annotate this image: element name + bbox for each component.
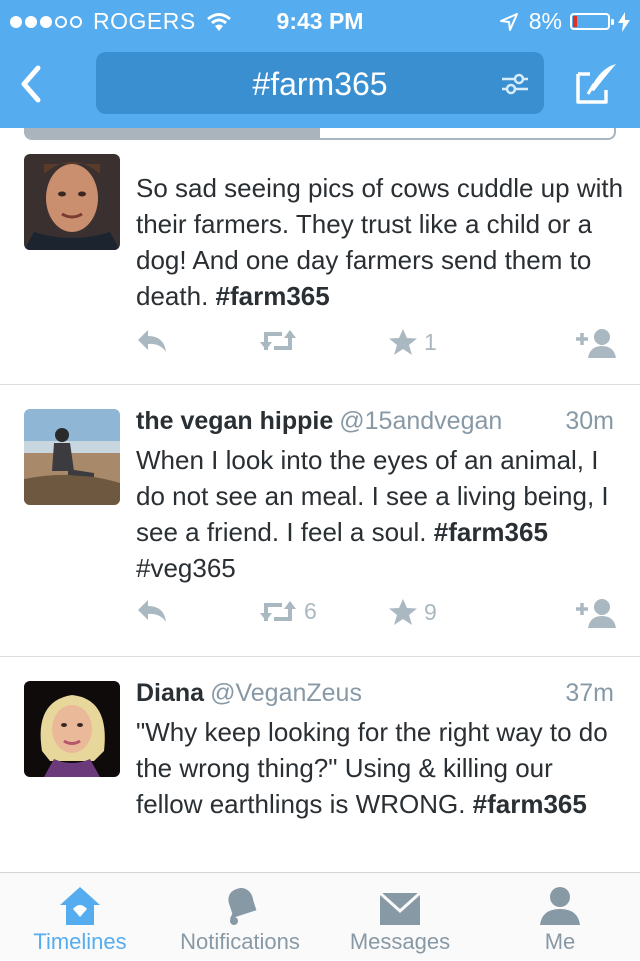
location-arrow-icon <box>499 12 518 31</box>
avatar-photo <box>24 409 120 505</box>
retweet-icon <box>260 330 296 350</box>
reply-arrow-icon <box>138 600 166 622</box>
tweet-text: When I look into the eyes of an animal, … <box>136 442 626 586</box>
compose-tweet-button[interactable] <box>574 60 620 106</box>
tab-label: Messages <box>349 929 451 954</box>
bell-icon <box>228 887 257 925</box>
user-handle[interactable]: @15andvegan <box>339 407 502 435</box>
retweet-button[interactable] <box>258 328 304 354</box>
avatar-photo <box>24 154 120 250</box>
user-display-name[interactable]: Diana <box>136 679 204 707</box>
favorite-count: 1 <box>424 328 437 355</box>
retweet-count: 6 <box>304 598 317 624</box>
tweet-text: "Why keep looking for the right way to d… <box>136 714 626 822</box>
progress-fill <box>26 128 320 138</box>
charging-bolt-icon <box>618 11 630 32</box>
tab-label: Me <box>544 929 576 954</box>
user-avatar[interactable] <box>24 681 120 777</box>
tab-label: Timelines <box>33 929 127 954</box>
hashtag-link[interactable]: #veg365 <box>136 553 236 583</box>
navigation-header: ROGERS 9:43 PM 8% #farm365 <box>0 0 640 128</box>
tab-me[interactable]: Me <box>480 873 640 961</box>
filter-sliders-icon[interactable] <box>500 70 530 98</box>
tweet-item[interactable]: So sad seeing pics of cows cuddle up wit… <box>0 140 640 385</box>
tweet-header: Diana @VeganZeus 37m <box>136 679 614 708</box>
user-display-name[interactable]: the vegan hippie <box>136 407 333 435</box>
hashtag-link[interactable]: #farm365 <box>216 281 330 311</box>
tweet-timestamp: 37m <box>565 679 614 707</box>
status-bar: ROGERS 9:43 PM 8% <box>0 0 640 40</box>
favorite-count: 9 <box>424 598 437 625</box>
back-button[interactable] <box>14 62 50 106</box>
tweet-actions: 6 9 <box>0 598 640 638</box>
tweet-actions: 1 <box>0 328 640 368</box>
follow-user-button[interactable] <box>574 328 616 358</box>
tweet-text: So sad seeing pics of cows cuddle up wit… <box>136 170 626 314</box>
tweet-timeline[interactable]: So sad seeing pics of cows cuddle up wit… <box>0 140 640 872</box>
person-icon <box>540 887 580 925</box>
tweet-timestamp: 30m <box>565 407 614 435</box>
retweet-icon <box>260 600 296 621</box>
envelope-icon <box>378 891 422 925</box>
hashtag-link[interactable]: #farm365 <box>473 789 587 819</box>
reply-button[interactable] <box>136 598 168 624</box>
chevron-left-icon <box>21 65 41 103</box>
reply-button[interactable] <box>136 328 168 354</box>
bottom-tab-bar: Timelines Notifications Messages Me <box>0 872 640 960</box>
star-icon <box>389 599 417 625</box>
search-query-field[interactable]: #farm365 <box>96 52 544 114</box>
retweet-button[interactable]: 6 <box>258 598 317 625</box>
home-icon <box>60 887 100 925</box>
user-avatar[interactable] <box>24 154 120 250</box>
favorite-button[interactable]: 9 <box>388 598 437 626</box>
search-query-text: #farm365 <box>252 66 388 102</box>
tab-timelines[interactable]: Timelines <box>0 873 160 961</box>
add-user-icon <box>576 329 616 358</box>
tab-notifications[interactable]: Notifications <box>160 873 320 961</box>
user-handle[interactable]: @VeganZeus <box>210 679 362 707</box>
add-user-icon <box>576 599 616 628</box>
compose-quill-icon <box>576 64 616 104</box>
follow-user-button[interactable] <box>574 598 616 628</box>
timeline-loading-progress <box>24 128 616 140</box>
battery-percent: 8% <box>528 8 562 34</box>
tweet-item[interactable]: the vegan hippie @15andvegan 30m When I l… <box>0 385 640 657</box>
battery-icon <box>570 13 614 30</box>
tab-messages[interactable]: Messages <box>320 873 480 961</box>
tweet-item[interactable]: Diana @VeganZeus 37m "Why keep looking fo… <box>0 657 640 872</box>
reply-arrow-icon <box>138 330 166 352</box>
user-avatar[interactable] <box>24 409 120 505</box>
favorite-button[interactable]: 1 <box>388 328 437 356</box>
avatar-photo <box>24 681 120 777</box>
tab-label: Notifications <box>180 929 300 954</box>
tweet-text-body: So sad seeing pics of cows cuddle up wit… <box>136 173 624 311</box>
star-icon <box>389 329 417 355</box>
tweet-header: the vegan hippie @15andvegan 30m <box>136 407 614 436</box>
hashtag-link[interactable]: #farm365 <box>434 517 548 547</box>
